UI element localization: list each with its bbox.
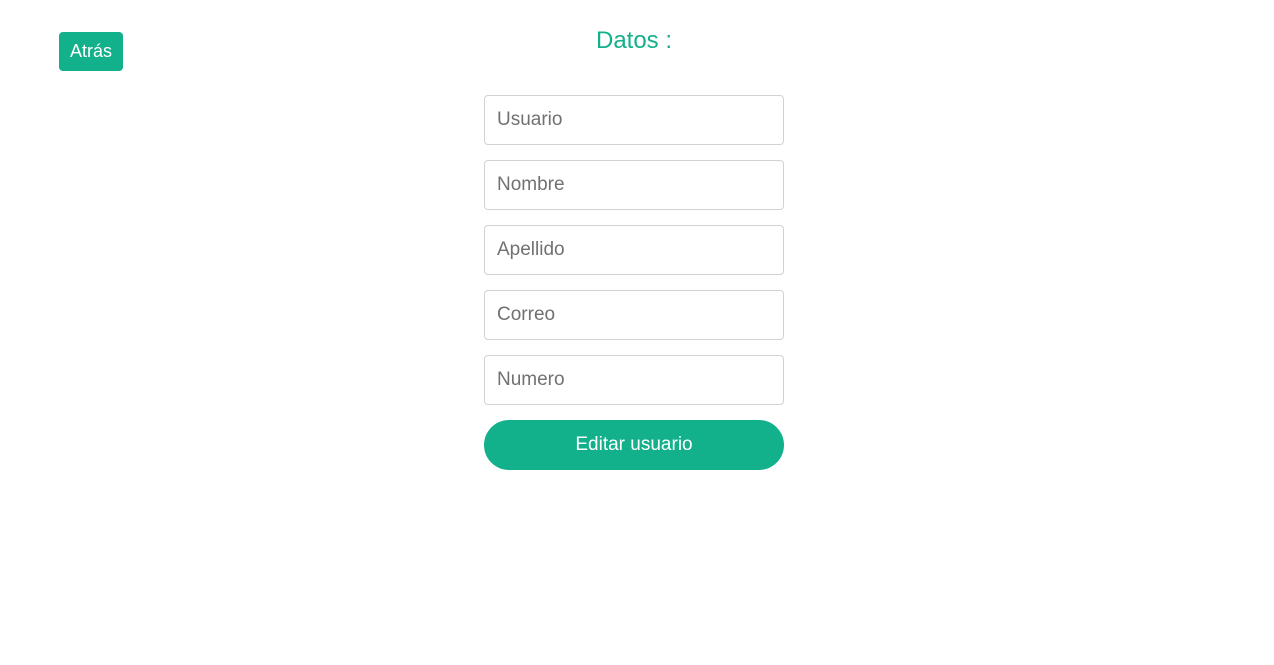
page-title: Datos : xyxy=(595,27,673,54)
phone-number-input[interactable] xyxy=(484,355,784,405)
edit-user-form: Editar usuario xyxy=(484,95,784,470)
username-input[interactable] xyxy=(484,95,784,145)
edit-user-button[interactable]: Editar usuario xyxy=(484,420,784,470)
first-name-input[interactable] xyxy=(484,160,784,210)
last-name-input[interactable] xyxy=(484,225,784,275)
email-input[interactable] xyxy=(484,290,784,340)
